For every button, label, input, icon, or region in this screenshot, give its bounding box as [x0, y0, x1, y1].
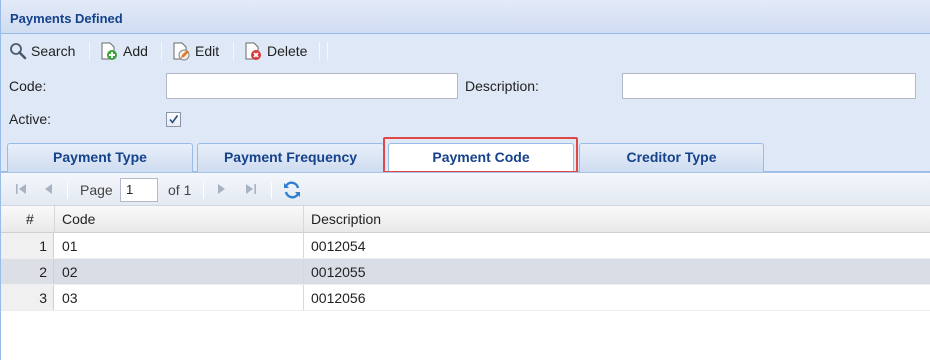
column-divider: [54, 206, 55, 232]
edit-icon: [171, 41, 191, 61]
payment-code-grid: # Code Description 1 01 0012054 2 02 001…: [1, 206, 930, 311]
code-cell: 03: [62, 290, 78, 306]
toolbar-separator: [89, 42, 90, 60]
add-icon: [99, 41, 119, 61]
toolbar-separator: [161, 42, 162, 60]
tab-payment-type[interactable]: Payment Type: [7, 143, 193, 172]
tab-payment-frequency[interactable]: Payment Frequency: [197, 143, 384, 172]
column-divider: [303, 233, 304, 258]
paging-toolbar: Page 1 of 1: [1, 172, 930, 206]
column-divider: [303, 285, 304, 310]
add-label: Add: [123, 43, 148, 59]
prev-page-icon[interactable]: [41, 181, 57, 200]
description-cell: 0012054: [311, 238, 366, 254]
page-number-input[interactable]: 1: [120, 178, 158, 202]
active-checkbox[interactable]: [166, 112, 181, 127]
search-icon: [9, 42, 27, 60]
delete-button[interactable]: Delete: [243, 40, 307, 62]
toolbar-separator: [319, 42, 320, 60]
next-page-icon[interactable]: [213, 181, 229, 200]
pager-separator: [67, 182, 68, 199]
table-row[interactable]: 2 02 0012055: [1, 259, 930, 285]
code-label: Code:: [9, 78, 47, 94]
search-button[interactable]: Search: [9, 40, 75, 62]
description-cell: 0012055: [311, 264, 366, 280]
toolbar-separator: [233, 42, 234, 60]
column-header-description[interactable]: Description: [311, 206, 381, 232]
payments-panel: Payments Defined Search Add Edit Delete …: [0, 0, 930, 360]
page-count-label: of 1: [168, 182, 192, 198]
toolbar-separator: [327, 42, 328, 60]
search-label: Search: [31, 43, 76, 59]
column-divider: [303, 206, 304, 232]
column-header-code[interactable]: Code: [62, 206, 95, 232]
toolbar: Search Add Edit Delete: [1, 34, 930, 66]
edit-label: Edit: [195, 43, 220, 59]
first-page-icon[interactable]: [13, 181, 29, 200]
description-cell: 0012056: [311, 290, 366, 306]
checkmark-icon: [169, 115, 179, 124]
delete-label: Delete: [267, 43, 308, 59]
row-number: 1: [1, 233, 54, 258]
table-row[interactable]: 3 03 0012056: [1, 285, 930, 311]
column-divider: [303, 259, 304, 284]
add-button[interactable]: Add: [99, 40, 148, 62]
code-cell: 01: [62, 238, 78, 254]
grid-header: # Code Description: [1, 206, 930, 233]
row-number: 2: [1, 259, 54, 284]
table-row[interactable]: 1 01 0012054: [1, 233, 930, 259]
edit-button[interactable]: Edit: [171, 40, 219, 62]
pager-separator: [271, 182, 272, 199]
panel-top: Search Add Edit Delete Code: Description…: [1, 34, 930, 173]
description-label: Description:: [465, 78, 539, 94]
page-label: Page: [80, 182, 113, 198]
highlight-box: [383, 137, 578, 173]
code-cell: 02: [62, 264, 78, 280]
code-field[interactable]: [166, 73, 458, 99]
active-label: Active:: [9, 111, 52, 127]
tab-strip: Payment Type Payment Frequency Payment C…: [1, 137, 930, 173]
tab-creditor-type[interactable]: Creditor Type: [579, 143, 764, 172]
last-page-icon[interactable]: [243, 181, 259, 200]
panel-header: Payments Defined: [1, 0, 930, 34]
description-field[interactable]: [622, 73, 916, 99]
row-number: 3: [1, 285, 54, 310]
delete-icon: [243, 41, 263, 61]
column-header-number[interactable]: #: [26, 206, 34, 232]
panel-title: Payments Defined: [10, 11, 123, 26]
pager-separator: [203, 182, 204, 199]
refresh-icon[interactable]: [282, 180, 302, 203]
